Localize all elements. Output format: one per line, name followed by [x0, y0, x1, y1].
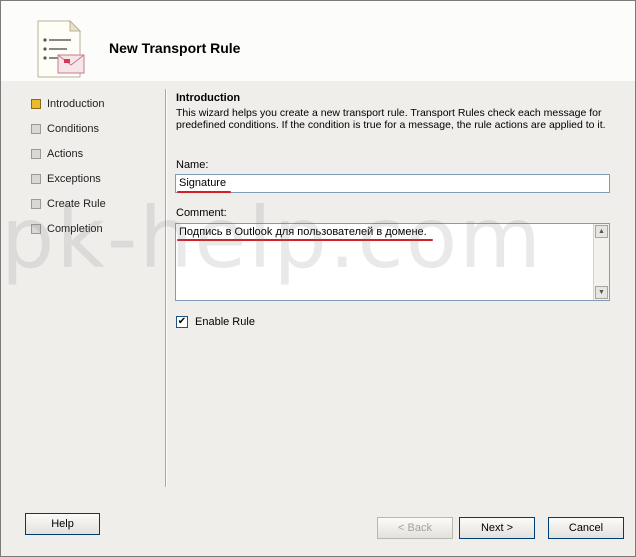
wizard-window: New Transport Rule Introduction Conditio… — [0, 0, 636, 557]
help-button[interactable]: Help — [25, 513, 100, 535]
annotation-underline — [177, 239, 433, 241]
scroll-down-icon[interactable]: ▼ — [595, 286, 608, 299]
enable-rule-label: Enable Rule — [195, 316, 255, 328]
wizard-steps: Introduction Conditions Actions Exceptio… — [31, 97, 161, 247]
step-label: Exceptions — [47, 173, 101, 185]
next-button[interactable]: Next > — [459, 517, 535, 539]
step-pending-icon — [31, 149, 41, 159]
step-actions[interactable]: Actions — [31, 147, 161, 172]
wizard-header: New Transport Rule — [1, 1, 635, 81]
step-label: Conditions — [47, 123, 99, 135]
enable-rule-checkbox[interactable]: ✔ — [176, 316, 188, 328]
comment-label: Comment: — [176, 207, 227, 219]
step-label: Actions — [47, 148, 84, 160]
scroll-up-icon[interactable]: ▲ — [595, 225, 608, 238]
comment-scrollbar[interactable]: ▲ ▼ — [593, 224, 609, 300]
step-create-rule[interactable]: Create Rule — [31, 197, 161, 222]
intro-description: This wizard helps you create a new trans… — [176, 107, 606, 131]
checkmark-icon: ✔ — [177, 316, 187, 327]
comment-value: Подпись в Outlook для пользователей в до… — [179, 226, 427, 238]
step-label: Create Rule — [47, 198, 106, 210]
intro-content: Introduction This wizard helps you creat… — [176, 92, 611, 131]
vertical-divider — [165, 89, 167, 487]
section-title: Introduction — [176, 92, 241, 104]
step-exceptions[interactable]: Exceptions — [31, 172, 161, 197]
step-introduction[interactable]: Introduction — [31, 97, 161, 122]
step-label: Introduction — [47, 98, 105, 110]
step-active-icon — [31, 99, 41, 109]
step-conditions[interactable]: Conditions — [31, 122, 161, 147]
comment-textarea[interactable]: Подпись в Outlook для пользователей в до… — [175, 223, 610, 301]
transport-rule-icon — [37, 19, 85, 78]
name-label: Name: — [176, 159, 209, 171]
step-pending-icon — [31, 174, 41, 184]
step-completion[interactable]: Completion — [31, 222, 161, 247]
step-pending-icon — [31, 199, 41, 209]
name-input[interactable]: Signature — [175, 174, 610, 193]
back-button[interactable]: < Back — [377, 517, 453, 539]
step-pending-icon — [31, 124, 41, 134]
wizard-title: New Transport Rule — [109, 40, 241, 56]
cancel-button[interactable]: Cancel — [548, 517, 624, 539]
annotation-underline — [177, 191, 231, 193]
step-label: Completion — [47, 223, 103, 235]
step-pending-icon — [31, 224, 41, 234]
name-value: Signature — [179, 177, 227, 189]
